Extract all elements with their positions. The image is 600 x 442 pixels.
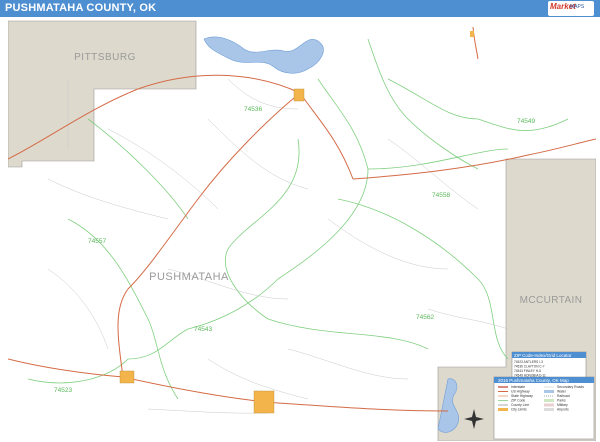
secondary-roads <box>47 78 509 414</box>
pittsburg-county-label: PITTSBURG <box>74 52 136 63</box>
zip-locator-title: ZIP Code-Index/Grid Locator <box>514 353 572 358</box>
legend-item: Airports <box>557 408 569 412</box>
pushmataha-county-label: PUSHMATAHA <box>149 271 229 283</box>
legend-item: County Line <box>511 403 529 407</box>
legend-item: State Highway <box>511 394 533 398</box>
legend-item: ZIP Code <box>511 399 525 403</box>
zip-locator-row: 74536 CLAYTON C-7 <box>514 365 545 369</box>
map-canvas[interactable]: PITTSBURG PUSHMATAHA MCCURTAIN 74536 745… <box>8 19 596 441</box>
legend-item: Secondary Roads <box>557 385 584 389</box>
map-screen: PUSHMATAHA COUNTY, OK Market MAPS PITTSB… <box>0 0 600 442</box>
lake-water <box>203 36 324 74</box>
legend-title: 2016 Pushmataha County, OK Map <box>498 378 569 383</box>
zip-label-74543: 74543 <box>194 326 212 333</box>
zip-label-74549: 74549 <box>517 118 535 125</box>
map-area[interactable]: PITTSBURG PUSHMATAHA MCCURTAIN 74536 745… <box>8 19 596 441</box>
pittsburg-county-area <box>8 20 197 168</box>
legend-item: Interstate <box>511 385 525 389</box>
zip-label-74523: 74523 <box>54 387 72 394</box>
map-legend: 2016 Pushmataha County, OK Map Interstat… <box>493 376 595 440</box>
zip-label-74558: 74558 <box>432 192 450 199</box>
zip-label-74536: 74536 <box>244 106 262 113</box>
legend-item: Parks <box>557 399 566 403</box>
town-clayton[interactable] <box>293 88 305 102</box>
mccurtain-county-label: MCCURTAIN <box>520 295 583 306</box>
legend-item: Water <box>557 390 567 394</box>
town-nashoba[interactable] <box>470 31 474 37</box>
publisher-logo[interactable]: Market MAPS <box>548 1 594 16</box>
zip-locator-row: 74543 FINLEY H-5 <box>514 369 541 373</box>
legend-item: US Highway <box>511 390 530 394</box>
zip-label-74562: 74562 <box>416 314 434 321</box>
zip-locator-row: 74523 ANTLERS I-3 <box>514 360 543 364</box>
zip-label-74557: 74557 <box>88 238 106 245</box>
legend-item: Railroad <box>557 394 570 398</box>
legend-item: City Limits <box>511 408 527 412</box>
town-antlers[interactable] <box>119 370 135 384</box>
title-bar: PUSHMATAHA COUNTY, OK Market MAPS <box>0 0 600 17</box>
town-rattan[interactable] <box>253 390 275 414</box>
logo-subtext: MAPS <box>570 4 585 10</box>
legend-item: Military <box>557 403 568 407</box>
map-title: PUSHMATAHA COUNTY, OK <box>5 2 157 14</box>
